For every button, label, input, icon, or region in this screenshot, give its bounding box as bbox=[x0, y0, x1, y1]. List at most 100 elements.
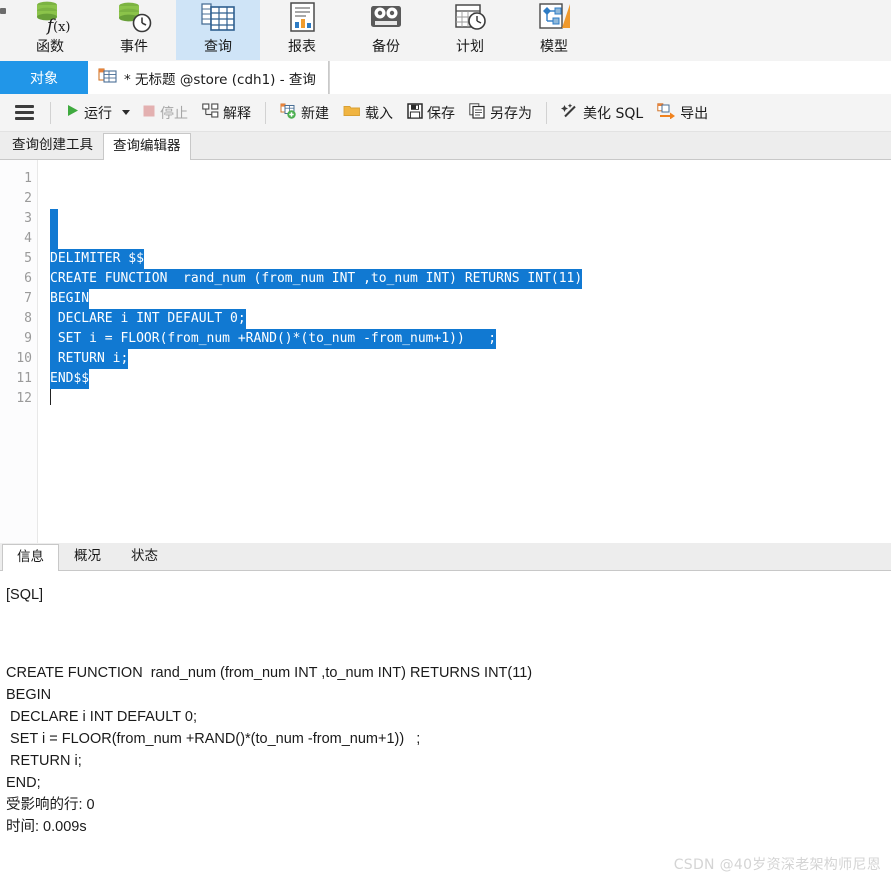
tab-query-document-label: * 无标题 @store (cdh1) - 查询 bbox=[124, 71, 316, 88]
output-line: RETURN i; bbox=[6, 753, 82, 769]
ribbon-button-model[interactable]: 模型 bbox=[512, 0, 596, 60]
navicat-query-window: f (x) 函数 事件 查询 报表 备份 计划 模型 对象 * 无标题 @sto… bbox=[0, 0, 891, 882]
code-line: END$$ bbox=[38, 369, 891, 389]
tab-objects-label: 对象 bbox=[30, 70, 58, 87]
line-number: 2 bbox=[24, 191, 32, 206]
code-text: END$$ bbox=[50, 369, 90, 389]
beautify-sql-button[interactable]: 美化 SQL bbox=[554, 100, 650, 126]
function-icon: f (x) bbox=[30, 0, 70, 38]
explain-plan-icon bbox=[202, 102, 219, 123]
text-caret bbox=[50, 389, 51, 405]
export-arrow-icon bbox=[657, 102, 676, 123]
ribbon-label-event: 事件 bbox=[120, 39, 148, 55]
code-line: SET i = FLOOR(from_num +RAND()*(to_num -… bbox=[38, 329, 891, 349]
export-button-label: 导出 bbox=[680, 105, 709, 122]
result-panel-tabs: 信息 概况 状态 bbox=[0, 543, 891, 571]
floppy-disk-icon bbox=[407, 102, 423, 123]
new-query-button-label: 新建 bbox=[301, 105, 329, 122]
line-number: 10 bbox=[16, 351, 32, 366]
stop-button[interactable]: 停止 bbox=[135, 100, 195, 126]
run-dropdown-button[interactable] bbox=[119, 107, 135, 118]
result-tab-message-label: 信息 bbox=[17, 549, 44, 565]
output-line: CREATE FUNCTION rand_num (from_num INT ,… bbox=[6, 665, 533, 681]
hamburger-line-3 bbox=[15, 117, 34, 120]
result-tab-profile[interactable]: 概况 bbox=[59, 543, 116, 570]
result-tab-message[interactable]: 信息 bbox=[2, 544, 59, 571]
code-line: BEGIN bbox=[38, 289, 891, 309]
output-spacer bbox=[6, 606, 891, 662]
ribbon-left-edge bbox=[0, 0, 8, 61]
code-text: BEGIN bbox=[50, 289, 90, 309]
watermark: CSDN @40岁资深老架构师尼恩 bbox=[673, 857, 881, 873]
ribbon-button-report[interactable]: 报表 bbox=[260, 0, 344, 60]
output-affected-rows: 受影响的行: 0 bbox=[6, 797, 95, 813]
toolbar-separator-2 bbox=[265, 101, 266, 124]
sql-code-area[interactable]: DELIMITER $$ CREATE FUNCTION rand_num (f… bbox=[38, 160, 891, 543]
toolbar-separator-1 bbox=[50, 101, 51, 124]
load-button-label: 载入 bbox=[365, 105, 393, 122]
result-tab-status[interactable]: 状态 bbox=[116, 543, 173, 570]
run-button[interactable]: 运行 bbox=[58, 100, 119, 126]
output-line: SET i = FLOOR(from_num +RAND()*(to_num -… bbox=[6, 731, 421, 747]
ribbon-button-backup[interactable]: 备份 bbox=[344, 0, 428, 60]
code-line: DECLARE i INT DEFAULT 0; bbox=[38, 309, 891, 329]
ribbon-label-report: 报表 bbox=[288, 39, 316, 55]
save-as-button[interactable]: 另存为 bbox=[462, 100, 539, 126]
save-as-copy-icon bbox=[469, 102, 486, 123]
line-number-gutter: 1 2 3 4 5 6 7 8 9 10 11 12 bbox=[0, 160, 38, 543]
selection-block bbox=[50, 209, 58, 229]
tab-objects[interactable]: 对象 bbox=[0, 61, 88, 94]
code-line: RETURN i; bbox=[38, 349, 891, 369]
line-number: 6 bbox=[24, 271, 32, 286]
new-query-button[interactable]: 新建 bbox=[273, 100, 336, 126]
chevron-down-icon bbox=[122, 110, 130, 115]
new-query-plus-icon bbox=[280, 103, 297, 123]
ribbon-label-function: 函数 bbox=[36, 39, 64, 55]
code-text: DELIMITER $$ bbox=[50, 249, 144, 269]
query-document-icon bbox=[98, 67, 118, 89]
event-clock-icon bbox=[114, 0, 154, 38]
subtab-query-builder[interactable]: 查询创建工具 bbox=[2, 132, 103, 159]
tab-strip-empty-area bbox=[328, 61, 891, 94]
subtab-query-editor[interactable]: 查询编辑器 bbox=[103, 133, 191, 160]
output-elapsed-time: 时间: 0.009s bbox=[6, 819, 87, 835]
explain-button[interactable]: 解释 bbox=[195, 100, 258, 126]
hamburger-line-1 bbox=[15, 105, 34, 108]
line-number: 11 bbox=[16, 371, 32, 386]
load-button[interactable]: 载入 bbox=[336, 100, 400, 126]
partial-icon-stub bbox=[0, 8, 6, 14]
ribbon-label-query: 查询 bbox=[204, 39, 232, 55]
result-tab-status-label: 状态 bbox=[131, 548, 158, 564]
save-as-button-label: 另存为 bbox=[490, 105, 532, 122]
query-subtabs: 查询创建工具 查询编辑器 bbox=[0, 132, 891, 160]
export-button[interactable]: 导出 bbox=[650, 100, 715, 126]
subtab-query-builder-label: 查询创建工具 bbox=[12, 137, 93, 153]
sql-editor[interactable]: 1 2 3 4 5 6 7 8 9 10 11 12 DELIMITER $$ … bbox=[0, 160, 891, 544]
schedule-calendar-clock-icon bbox=[450, 0, 490, 38]
run-button-label: 运行 bbox=[84, 105, 112, 122]
ribbon-button-function[interactable]: f (x) 函数 bbox=[8, 0, 92, 60]
save-button[interactable]: 保存 bbox=[400, 100, 462, 126]
ribbon-button-event[interactable]: 事件 bbox=[92, 0, 176, 60]
tab-query-document[interactable]: * 无标题 @store (cdh1) - 查询 bbox=[88, 61, 329, 94]
window-tab-strip: 对象 * 无标题 @store (cdh1) - 查询 bbox=[0, 61, 891, 95]
ribbon-button-schedule[interactable]: 计划 bbox=[428, 0, 512, 60]
line-number: 7 bbox=[24, 291, 32, 306]
backup-tape-icon bbox=[366, 0, 406, 38]
code-line bbox=[38, 389, 891, 409]
code-line: DELIMITER $$ bbox=[38, 249, 891, 269]
line-number: 9 bbox=[24, 331, 32, 346]
subtab-query-editor-label: 查询编辑器 bbox=[113, 138, 181, 154]
explain-button-label: 解释 bbox=[223, 105, 251, 122]
ribbon-button-query[interactable]: 查询 bbox=[176, 0, 260, 60]
hamburger-line-2 bbox=[15, 111, 34, 114]
line-number: 12 bbox=[16, 391, 32, 406]
hamburger-menu-icon[interactable] bbox=[6, 99, 43, 126]
code-text: CREATE FUNCTION rand_num (from_num INT ,… bbox=[50, 269, 583, 289]
model-diagram-icon bbox=[534, 0, 574, 38]
line-number: 8 bbox=[24, 311, 32, 326]
code-text: SET i = FLOOR(from_num +RAND()*(to_num -… bbox=[50, 329, 497, 349]
line-number: 1 bbox=[24, 171, 32, 186]
